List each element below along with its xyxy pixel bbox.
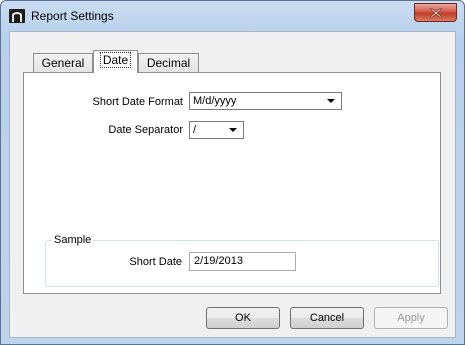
title-bar[interactable]: Report Settings	[1, 1, 464, 31]
tab-label: Date	[99, 52, 132, 68]
chevron-down-icon	[229, 128, 237, 132]
window-title: Report Settings	[31, 9, 114, 23]
tab-date[interactable]: Date	[93, 50, 138, 73]
short-date-sample-field[interactable]: 2/19/2013	[189, 252, 296, 271]
tab-general[interactable]: General	[33, 53, 93, 73]
short-date-sample-label: Short Date	[129, 256, 182, 268]
report-app-icon	[9, 9, 25, 23]
close-button[interactable]	[414, 3, 457, 22]
date-separator-label: Date Separator	[108, 124, 183, 136]
ok-button[interactable]: OK	[206, 307, 280, 329]
tab-label: Decimal	[146, 56, 191, 70]
chevron-down-icon	[327, 99, 335, 103]
sample-group-legend: Sample	[52, 234, 94, 246]
tab-decimal[interactable]: Decimal	[138, 53, 199, 73]
short-date-format-dropdown[interactable]: M/d/yyyy	[189, 92, 342, 110]
short-date-sample-value: 2/19/2013	[194, 255, 243, 267]
close-icon	[430, 8, 442, 18]
apply-button[interactable]: Apply	[374, 307, 448, 329]
tab-label: General	[41, 56, 85, 70]
cancel-button[interactable]: Cancel	[290, 307, 364, 329]
short-date-format-value: M/d/yyyy	[193, 95, 237, 107]
short-date-format-label: Short Date Format	[92, 96, 183, 108]
date-separator-dropdown[interactable]: /	[189, 121, 244, 139]
date-separator-value: /	[193, 124, 197, 136]
